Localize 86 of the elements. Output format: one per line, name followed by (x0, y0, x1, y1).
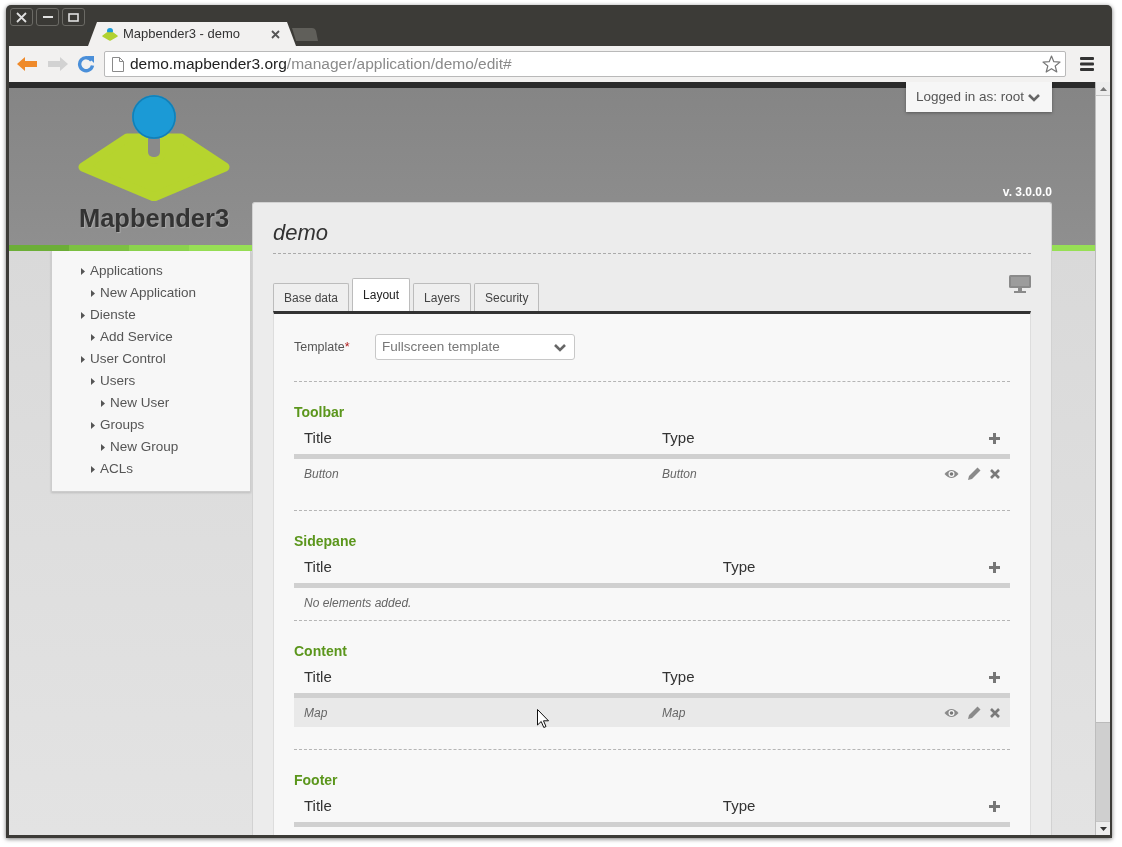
tab[interactable]: Layers (413, 283, 472, 311)
scroll-down-button[interactable] (1096, 821, 1110, 835)
logo-icon (102, 27, 118, 41)
cross-icon[interactable] (990, 707, 1000, 718)
scroll-up-button[interactable] (1096, 82, 1110, 96)
caret-right-icon (81, 311, 85, 319)
template-select[interactable]: Fullscreen template (375, 334, 575, 360)
plus-icon[interactable] (989, 800, 1000, 812)
column-header: Title (304, 796, 332, 814)
sidebar-link[interactable]: New User (110, 392, 170, 414)
element-title: Map (304, 705, 328, 720)
sidebar-link[interactable]: New Application (100, 282, 197, 304)
element-title: Button (304, 466, 339, 481)
menu-icon[interactable] (1080, 57, 1094, 71)
reload-icon[interactable] (77, 55, 95, 73)
column-header: Title (304, 667, 332, 685)
column-header: Type (722, 557, 756, 575)
monitor-icon[interactable] (1009, 275, 1031, 293)
sidebar-link[interactable]: Add Service (100, 326, 173, 348)
plus-icon[interactable] (989, 432, 1000, 444)
section-title: Content (294, 642, 348, 661)
pencil-icon[interactable] (968, 706, 981, 719)
caret-right-icon (91, 465, 95, 473)
sidebar-link[interactable]: Users (100, 370, 136, 392)
star-icon[interactable] (1042, 55, 1061, 73)
sidebar-link[interactable]: ACLs (100, 458, 133, 480)
section-title: Sidepane (294, 532, 358, 551)
maximize-window-button[interactable] (62, 8, 85, 26)
column-header: Title (304, 428, 332, 446)
plus-icon[interactable] (989, 671, 1000, 683)
column-header: Type (722, 796, 756, 814)
pencil-icon[interactable] (968, 467, 981, 480)
maximize-icon (68, 12, 79, 22)
back-arrow-icon[interactable] (17, 56, 38, 72)
tab-title: Mapbender3 - demo (123, 25, 241, 44)
caret-right-icon (91, 421, 95, 429)
tab[interactable]: Layout (352, 278, 411, 311)
minimize-icon (42, 16, 53, 18)
caret-right-icon (81, 267, 85, 275)
mouse-pointer-icon (537, 709, 549, 728)
section-title: Footer (294, 771, 339, 790)
tab[interactable]: Base data (273, 283, 350, 311)
template-label: Template* (294, 338, 351, 356)
sidebar-link[interactable]: Groups (100, 414, 145, 436)
down-arrow-icon (1099, 826, 1107, 831)
caret-right-icon (101, 443, 105, 451)
empty-message: No elements added. (303, 594, 413, 612)
page-icon (112, 56, 124, 72)
minimize-window-button[interactable] (36, 8, 59, 26)
close-window-button[interactable] (10, 8, 33, 26)
new-tab-button[interactable] (292, 28, 318, 41)
column-header: Title (304, 557, 332, 575)
close-icon (16, 11, 27, 23)
user-menu-button[interactable]: Logged in as: root (906, 82, 1052, 112)
element-type: Map (662, 705, 686, 720)
element-row[interactable]: Map Map (294, 698, 1010, 727)
up-arrow-icon (1099, 86, 1107, 91)
caret-right-icon (91, 333, 95, 341)
sidebar-link[interactable]: New Group (110, 436, 179, 458)
element-type: Button (662, 466, 697, 481)
chevron-down-icon (554, 342, 566, 352)
caret-right-icon (91, 289, 95, 297)
version-label: v. 3.0.0.0 (1002, 185, 1052, 199)
column-header: Type (662, 428, 695, 446)
sidebar-link[interactable]: Dienste (90, 304, 136, 326)
scrollbar[interactable] (1095, 82, 1110, 835)
sidebar-link[interactable]: User Control (90, 348, 166, 370)
browser-tab[interactable]: Mapbender3 - demo (88, 22, 296, 46)
scrollbar-thumb[interactable] (1096, 96, 1110, 723)
element-row[interactable]: Button Button (294, 459, 1010, 488)
caret-right-icon (101, 399, 105, 407)
eye-icon[interactable] (944, 468, 959, 479)
tab[interactable]: Security (474, 283, 540, 311)
caret-right-icon (91, 377, 95, 385)
cross-icon[interactable] (990, 468, 1000, 479)
close-icon[interactable] (271, 29, 280, 39)
address-bar[interactable]: demo.mapbender3.org/manager/application/demo/edit# (104, 51, 1066, 77)
chevron-down-icon (1028, 92, 1040, 102)
sidebar-link[interactable]: Applications (90, 260, 163, 282)
eye-icon[interactable] (944, 707, 959, 718)
section-title: Toolbar (294, 403, 346, 422)
column-header: Type (662, 667, 695, 685)
caret-right-icon (81, 355, 85, 363)
logo-text: Mapbender3 (78, 203, 230, 233)
page-title: demo (273, 219, 1031, 254)
plus-icon[interactable] (989, 561, 1000, 573)
